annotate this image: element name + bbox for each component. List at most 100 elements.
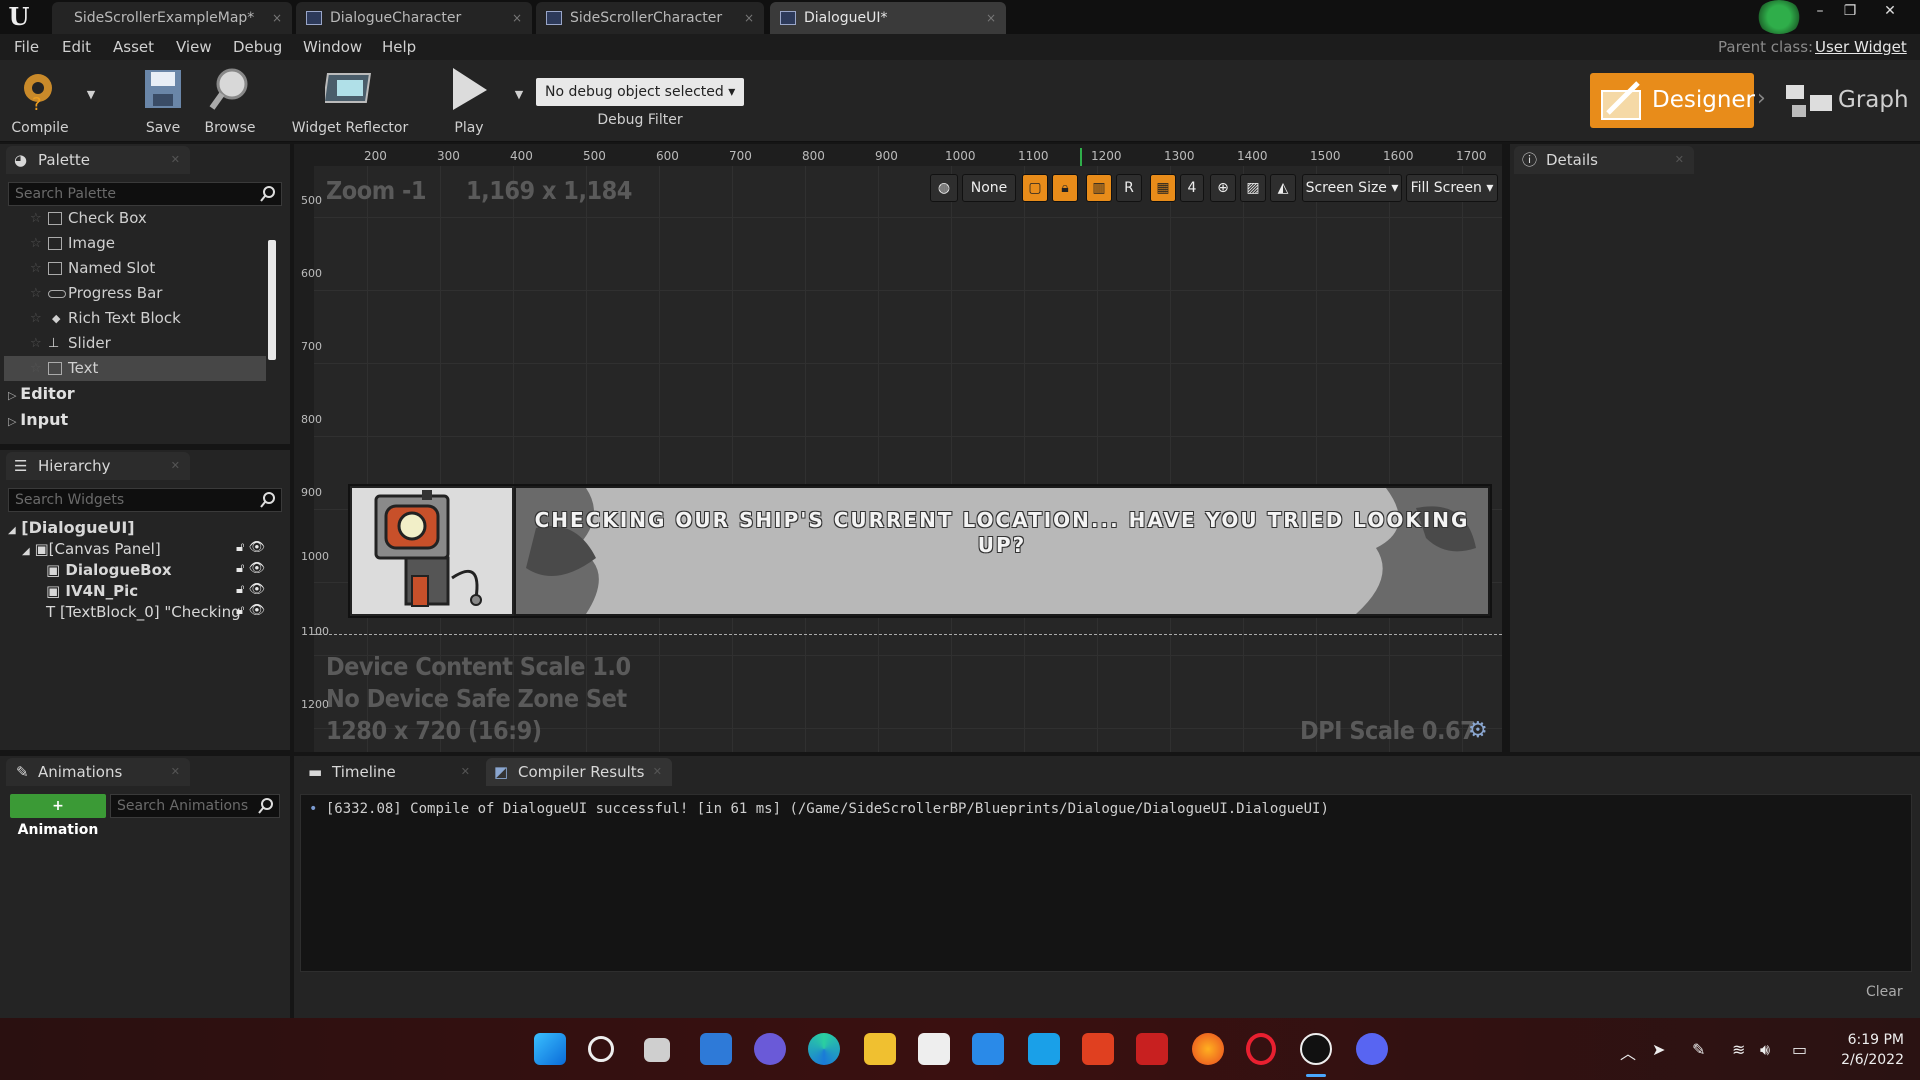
visibility-eye-icon[interactable]: 👁︎ — [249, 582, 266, 597]
fill-screen-select[interactable]: Fill Screen ▾ — [1406, 174, 1498, 202]
hierarchy-item-iv4n-pic[interactable]: ▣ IV4N_Pic — [46, 582, 138, 600]
close-icon[interactable]: × — [512, 2, 522, 34]
add-animation-button[interactable]: + Animation — [10, 794, 106, 838]
palette-scrollbar[interactable] — [268, 240, 276, 360]
lock-icon[interactable]: 🔓︎ 👁︎ — [236, 561, 265, 576]
graph-mode-button[interactable]: Graph — [1776, 73, 1916, 128]
animations-search-input[interactable]: Search Animations — [110, 794, 280, 818]
tab-palette[interactable]: ◕ Palette ✕ — [6, 146, 190, 174]
taskbar-date[interactable]: 2/6/2022 — [1832, 1052, 1904, 1068]
close-icon[interactable]: ✕ — [653, 758, 662, 786]
lock-icon[interactable]: 🔓︎ 👁︎ — [236, 603, 265, 618]
hierarchy-canvas-panel[interactable]: ◢ ▣[Canvas Panel] — [22, 540, 161, 558]
palette-item-check-box[interactable]: ☆ Check Box — [4, 206, 266, 231]
dialogue-text-panel[interactable]: CHECKING OUR SHIP'S CURRENT LOCATION... … — [516, 488, 1488, 614]
send-arrow-icon[interactable]: ➤ — [1652, 1040, 1665, 1059]
visibility-eye-icon[interactable]: 👁︎ — [249, 603, 266, 618]
play-options-dropdown[interactable]: ▼ — [512, 88, 526, 101]
tab-sidescroller-map[interactable]: SideScrollerExampleMap* × — [52, 2, 292, 34]
star-icon[interactable]: ☆ — [30, 331, 42, 356]
close-icon[interactable]: ✕ — [171, 758, 180, 786]
tab-details[interactable]: ⓘ Details ✕ — [1514, 146, 1694, 174]
designer-mode-button[interactable]: Designer — [1590, 73, 1755, 128]
visibility-eye-icon[interactable]: 👁︎ — [249, 540, 266, 555]
mail-icon[interactable] — [972, 1033, 1004, 1065]
menu-window[interactable]: Window — [303, 38, 362, 56]
palette-item-rich-text-block[interactable]: ☆ ◆ Rich Text Block — [4, 306, 266, 331]
flow-direction-select[interactable]: None — [962, 174, 1016, 202]
iv4n-portrait-image[interactable] — [350, 486, 514, 616]
mcafee-icon[interactable] — [1136, 1033, 1168, 1065]
volume-icon[interactable]: 🔊︎ — [1760, 1040, 1770, 1060]
firefox-icon[interactable] — [1192, 1033, 1224, 1065]
palette-category-input[interactable]: ▷ Input — [8, 410, 68, 429]
hierarchy-search-input[interactable]: Search Widgets — [8, 488, 282, 512]
background-image-icon[interactable]: ▨ — [1240, 174, 1266, 202]
palette-item-named-slot[interactable]: ☆ Named Slot — [4, 256, 266, 281]
respect-locks-toggle[interactable]: R — [1116, 174, 1142, 202]
dpi-settings-gear-icon[interactable]: ⚙ — [1468, 718, 1488, 743]
taskbar-time[interactable]: 6:19 PM — [1836, 1032, 1904, 1048]
grid-snap-icon[interactable]: ▦ — [1150, 174, 1176, 202]
tab-animations[interactable]: ✎ Animations ✕ — [6, 758, 190, 786]
tab-dialogue-character[interactable]: DialogueCharacter × — [296, 2, 532, 34]
wifi-icon[interactable]: ≋ — [1732, 1040, 1745, 1059]
compiler-log-area[interactable]: • [6332.08] Compile of DialogueUI succes… — [300, 794, 1912, 972]
browse-button[interactable]: Browse — [200, 66, 260, 136]
localization-globe-icon[interactable]: ◍ — [930, 174, 958, 202]
hierarchy-item-dialoguebox[interactable]: ▣ DialogueBox — [46, 561, 172, 579]
pen-icon[interactable]: ✎ — [1692, 1040, 1705, 1059]
visibility-eye-icon[interactable]: 👁︎ — [249, 561, 266, 576]
edge-browser-icon[interactable] — [808, 1033, 840, 1065]
notification-icon[interactable] — [1756, 0, 1802, 34]
save-button[interactable]: Save — [136, 66, 190, 136]
outline-toggle-icon[interactable]: ▢ — [1022, 174, 1048, 202]
menu-debug[interactable]: Debug — [233, 38, 282, 56]
palette-item-text[interactable]: ☆ Text — [4, 356, 266, 381]
opera-icon[interactable] — [1246, 1033, 1276, 1065]
tab-hierarchy[interactable]: ☰ Hierarchy ✕ — [6, 452, 190, 480]
menu-asset[interactable]: Asset — [113, 38, 154, 56]
task-view-icon[interactable] — [644, 1038, 670, 1062]
debug-object-select[interactable]: No debug object selected ▾ — [536, 78, 744, 106]
grid-size-select[interactable]: 4 — [1180, 174, 1204, 202]
star-icon[interactable]: ☆ — [30, 356, 42, 381]
play-button[interactable]: Play — [438, 66, 500, 136]
lock-icon[interactable]: 🔓︎ 👁︎ — [236, 582, 265, 597]
star-icon[interactable]: ☆ — [30, 306, 42, 331]
palette-category-editor[interactable]: ▷ Editor — [8, 384, 75, 403]
close-icon[interactable]: ✕ — [171, 452, 180, 480]
chevron-up-icon[interactable]: ︿ — [1620, 1040, 1636, 1064]
star-icon[interactable]: ☆ — [30, 206, 42, 231]
star-icon[interactable]: ☆ — [30, 231, 42, 256]
discord-icon[interactable] — [1356, 1033, 1388, 1065]
zoom-to-fit-icon[interactable]: ⊕ — [1210, 174, 1236, 202]
close-icon[interactable]: ✕ — [461, 758, 470, 786]
tab-dialogue-ui[interactable]: DialogueUI* × — [770, 2, 1006, 34]
hierarchy-root[interactable]: ◢ [DialogueUI] — [8, 518, 135, 537]
start-windows-icon[interactable] — [534, 1033, 566, 1065]
office-icon[interactable] — [1082, 1033, 1114, 1065]
tab-sidescroller-character[interactable]: SideScrollerCharacter × — [536, 2, 764, 34]
palette-search-input[interactable]: Search Palette — [8, 182, 282, 206]
menu-view[interactable]: View — [176, 38, 212, 56]
close-window-icon[interactable]: ✕ — [1870, 0, 1910, 22]
unreal-engine-taskbar-icon[interactable] — [1300, 1033, 1332, 1065]
close-icon[interactable]: × — [744, 2, 754, 34]
star-icon[interactable]: ☆ — [30, 256, 42, 281]
microsoft-store-icon[interactable] — [918, 1033, 950, 1065]
close-icon[interactable]: ✕ — [171, 146, 180, 174]
teams-chat-icon[interactable] — [754, 1033, 786, 1065]
star-icon[interactable]: ☆ — [30, 281, 42, 306]
search-icon[interactable] — [588, 1036, 614, 1062]
widget-reflector-button[interactable]: Widget Reflector — [288, 66, 412, 136]
restore-icon[interactable]: ❐ — [1830, 0, 1870, 22]
mirror-icon[interactable]: ◭ — [1270, 174, 1296, 202]
tab-timeline[interactable]: ▬ Timeline ✕ — [300, 758, 480, 786]
pad-toggle-icon[interactable]: ▥ — [1086, 174, 1112, 202]
widgets-icon[interactable] — [700, 1033, 732, 1065]
compile-options-dropdown[interactable]: ▼ — [84, 88, 98, 101]
clear-log-button[interactable]: Clear — [1866, 984, 1903, 1000]
menu-edit[interactable]: Edit — [62, 38, 91, 56]
lock-toggle-icon[interactable]: 🔒︎ — [1052, 174, 1078, 202]
